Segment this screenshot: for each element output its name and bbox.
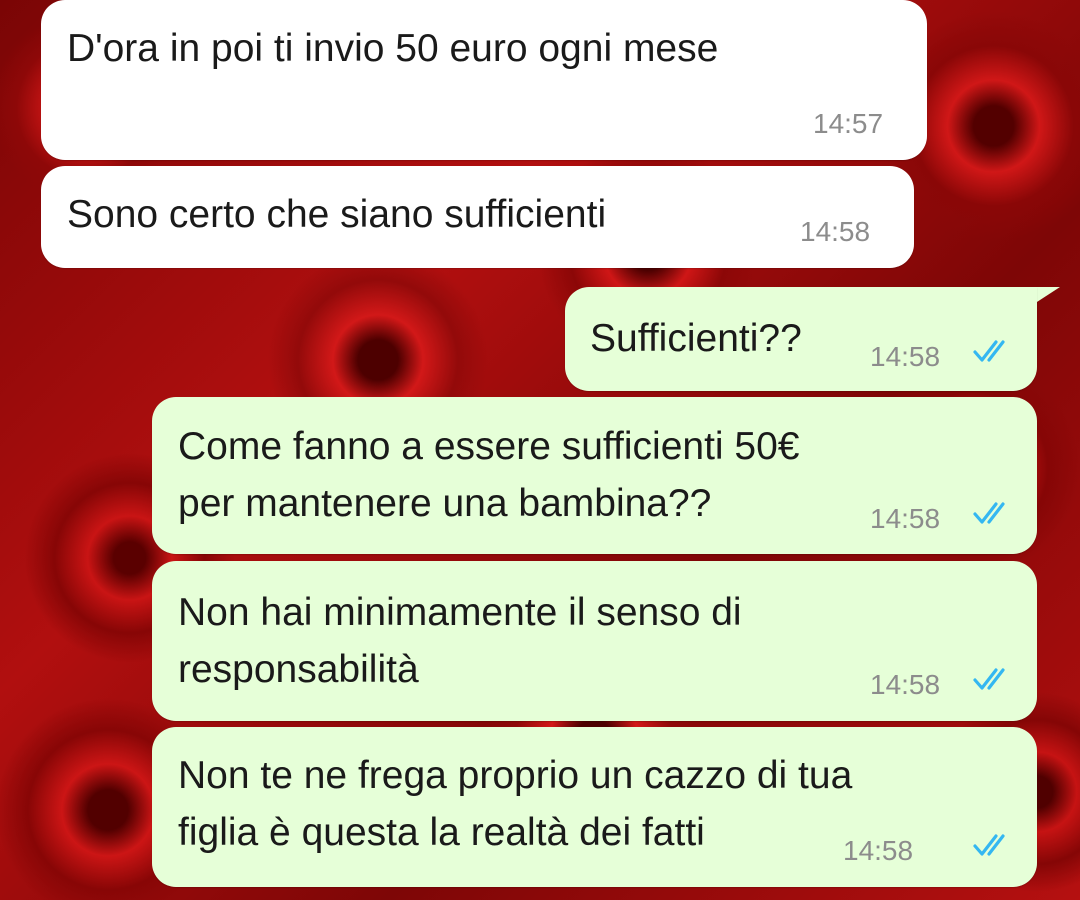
message-text-line: Non te ne frega proprio un cazzo di tua [178,754,853,797]
message-bubble-incoming[interactable]: Sono certo che siano sufficienti 14:58 [41,166,914,268]
double-check-icon [973,834,1005,856]
message-text: D'ora in poi ti invio 50 euro ogni mese [67,27,719,70]
message-timestamp: 14:58 [870,341,941,372]
message-text: Sono certo che siano sufficienti [67,193,607,236]
message-timestamp: 14:58 [800,216,871,247]
message-text-line: Come fanno a essere sufficienti 50€ [178,425,800,468]
message-timestamp: 14:57 [813,108,884,139]
chat-screen: { "messages": [ { "direction": "incoming… [0,0,1080,900]
double-check-icon [973,502,1005,524]
message-text-line: Non hai minimamente il senso di [178,591,742,634]
message-text-line: responsabilità [178,648,419,691]
message-bubble-outgoing[interactable]: Come fanno a essere sufficienti 50€ per … [152,397,1037,554]
message-timestamp: 14:58 [870,669,941,700]
message-text-line: figlia è questa la realtà dei fatti [178,811,705,854]
message-timestamp: 14:58 [870,503,941,534]
message-bubble-outgoing[interactable]: Non hai minimamente il senso di responsa… [152,561,1037,721]
message-timestamp: 14:58 [843,835,914,866]
message-text-line: per mantenere una bambina?? [178,482,712,525]
message-bubble-outgoing[interactable]: Non te ne frega proprio un cazzo di tua … [152,727,1037,887]
message-bubble-incoming[interactable]: D'ora in poi ti invio 50 euro ogni mese … [41,0,927,160]
double-check-icon [973,340,1005,362]
message-text: Sufficienti?? [590,317,802,360]
message-bubble-outgoing[interactable]: Sufficienti?? 14:58 [565,287,1037,391]
double-check-icon [973,668,1005,690]
